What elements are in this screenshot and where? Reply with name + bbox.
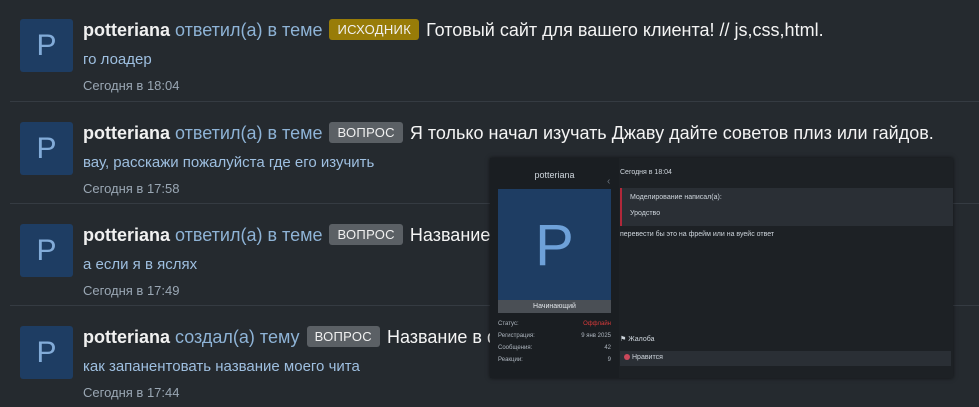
quote-block: Моделирование написал(а): Уродство xyxy=(620,188,953,226)
prefix-badge: ВОПРОС xyxy=(329,224,403,245)
post-snippet[interactable]: а если я в яслях xyxy=(83,256,197,273)
timestamp[interactable]: Сегодня в 17:58 xyxy=(83,181,179,196)
avatar-letter: P xyxy=(36,335,57,369)
avatar-letter: P xyxy=(36,233,57,267)
stat-value: 42 xyxy=(604,345,611,351)
timestamp[interactable]: Сегодня в 18:04 xyxy=(83,78,179,93)
stat-value: 9 xyxy=(607,357,611,363)
activity-headline: potteriana ответил(а) в теме ВОПРОС Я то… xyxy=(83,122,934,144)
popup-username[interactable]: potteriana xyxy=(490,170,619,180)
flag-icon: ⚑ xyxy=(620,336,627,343)
avatar-letter: P xyxy=(36,28,57,62)
stat-label: Реакции: xyxy=(498,357,523,363)
quote-body: Уродство xyxy=(630,210,661,217)
thread-title-link[interactable]: Название в ф xyxy=(387,327,502,347)
activity-headline: potteriana ответил(а) в теме ВОПРОС Назв… xyxy=(83,224,495,246)
action-text: создал(а) тему xyxy=(175,327,300,347)
stat-label: Регистрация: xyxy=(498,333,535,339)
user-stats: Статус: Оффлайн Регистрация: 9 янв 2025 Со… xyxy=(498,318,611,366)
report-label: Жалоба xyxy=(628,336,655,343)
avatar[interactable]: P xyxy=(20,224,73,277)
stat-row: Регистрация: 9 янв 2025 xyxy=(498,330,611,342)
action-text: ответил(а) в теме xyxy=(175,20,323,40)
reactions-bar: Нравится xyxy=(620,351,951,366)
timestamp[interactable]: Сегодня в 17:44 xyxy=(83,385,179,400)
report-link[interactable]: ⚑ Жалоба xyxy=(620,335,654,343)
stat-label: Статус: xyxy=(498,321,519,327)
stat-row: Статус: Оффлайн xyxy=(498,318,611,330)
activity-headline: potteriana ответил(а) в теме ИСХОДНИК Го… xyxy=(83,19,824,41)
quote-header[interactable]: Моделирование написал(а): xyxy=(630,194,722,201)
username-link[interactable]: potteriana xyxy=(83,20,170,40)
avatar[interactable]: P xyxy=(20,122,73,175)
post-preview-popup: potteriana P Начинающий Статус: Оффлайн Р… xyxy=(490,158,953,378)
stat-row: Сообщения: 42 xyxy=(498,342,611,354)
prefix-badge: ВОПРОС xyxy=(329,122,403,143)
avatar[interactable]: P xyxy=(20,19,73,72)
popup-avatar[interactable]: P xyxy=(498,189,611,302)
stat-value: Оффлайн xyxy=(583,321,611,327)
post-snippet[interactable]: го лоадер xyxy=(83,51,152,68)
heart-icon xyxy=(624,354,630,360)
user-rank-banner: Начинающий xyxy=(498,300,611,313)
stat-row: Реакции: 9 xyxy=(498,354,611,366)
action-text: ответил(а) в теме xyxy=(175,225,323,245)
action-text: ответил(а) в теме xyxy=(175,123,323,143)
stat-label: Сообщения: xyxy=(498,345,533,351)
thread-title-link[interactable]: Я только начал изучать Джаву дайте совет… xyxy=(410,123,934,143)
reaction-label: Нравится xyxy=(632,354,663,361)
post-snippet[interactable]: как запанентовать название моего чита xyxy=(83,358,360,375)
popup-user-panel: potteriana P Начинающий Статус: Оффлайн Р… xyxy=(490,158,619,378)
post-snippet[interactable]: вау, расскажи пожалуйста где его изучить xyxy=(83,154,374,171)
thread-title-link[interactable]: Готовый сайт для вашего клиента! // js,c… xyxy=(426,20,824,40)
reaction-summary[interactable]: Нравится xyxy=(624,354,663,361)
chevron-left-icon: ‹ xyxy=(607,176,611,187)
username-link[interactable]: potteriana xyxy=(83,123,170,143)
timestamp[interactable]: Сегодня в 17:49 xyxy=(83,283,179,298)
popup-avatar-letter: P xyxy=(535,213,574,278)
activity-item: P potteriana ответил(а) в теме ИСХОДНИК … xyxy=(10,0,979,101)
popup-post-date[interactable]: Сегодня в 18:04 xyxy=(620,169,672,176)
username-link[interactable]: potteriana xyxy=(83,225,170,245)
prefix-badge: ВОПРОС xyxy=(306,326,380,347)
avatar-letter: P xyxy=(36,131,57,165)
avatar[interactable]: P xyxy=(20,326,73,379)
thread-title-link[interactable]: Название. xyxy=(410,225,495,245)
activity-headline: potteriana создал(а) тему ВОПРОС Названи… xyxy=(83,326,502,348)
popup-post-text: перевести бы это на фрейм или на вуейс о… xyxy=(620,231,775,238)
prefix-badge: ИСХОДНИК xyxy=(329,19,420,40)
stat-value: 9 янв 2025 xyxy=(581,333,611,339)
username-link[interactable]: potteriana xyxy=(83,327,170,347)
